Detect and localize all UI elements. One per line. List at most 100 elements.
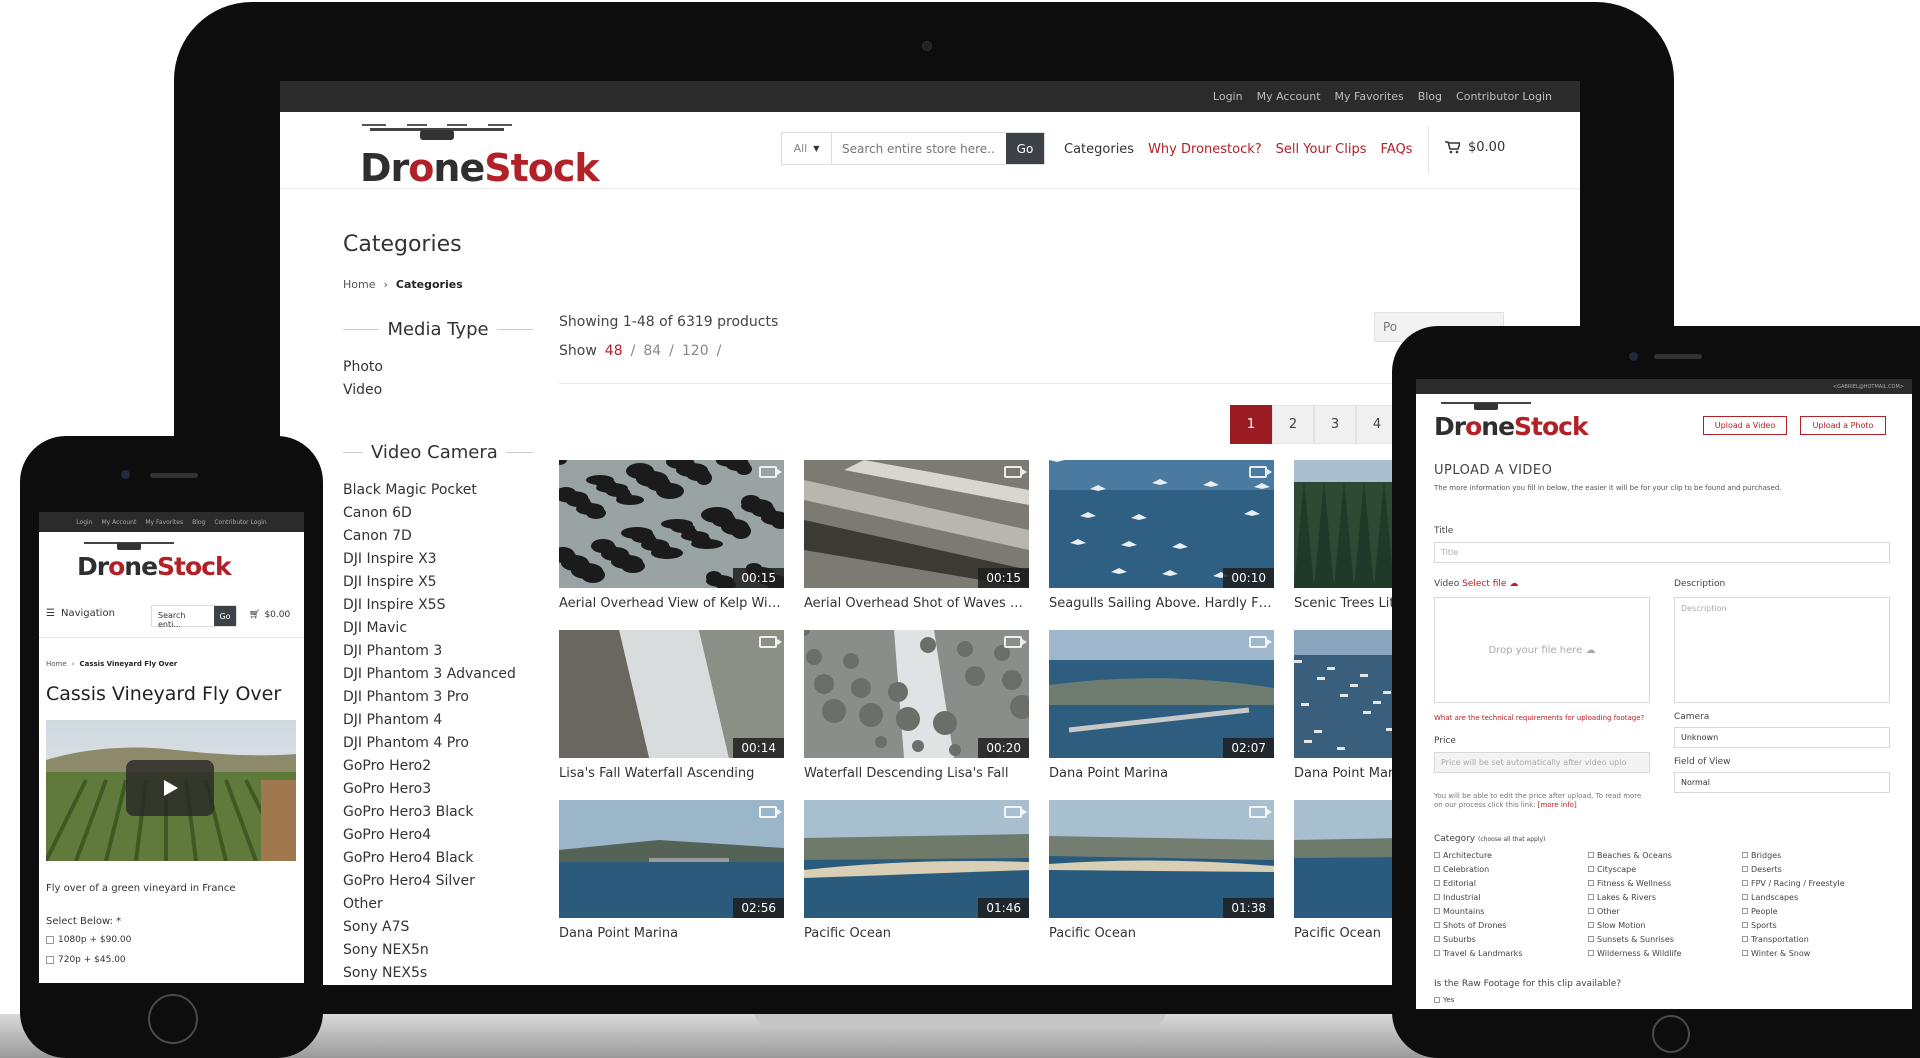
checkbox[interactable] (1434, 866, 1440, 872)
technical-requirements-link[interactable]: What are the technical requirements for … (1434, 714, 1644, 722)
product-thumbnail[interactable]: 00:10 (1049, 460, 1274, 588)
camera-filter-item[interactable]: Sony NEX5n (343, 939, 533, 962)
category-option[interactable]: Beaches & Oceans (1588, 849, 1742, 861)
show-120-link[interactable]: 120 (682, 343, 709, 359)
breadcrumb-home[interactable]: Home (343, 278, 375, 291)
product-thumbnail[interactable]: 01:46 (804, 800, 1029, 918)
product-title[interactable]: Dana Point Marina (1049, 766, 1274, 781)
checkbox[interactable] (1588, 894, 1594, 900)
product-thumbnail[interactable]: 00:15 (559, 460, 784, 588)
product-card[interactable]: 00:15 Aerial Overhead View of Kelp With .… (559, 460, 784, 630)
mobile-my-favorites-link[interactable]: My Favorites (145, 519, 183, 526)
product-card[interactable]: 00:20 Waterfall Descending Lisa's Fall (804, 630, 1029, 800)
category-option[interactable]: Cityscape (1588, 863, 1742, 875)
checkbox[interactable] (1742, 866, 1748, 872)
camera-filter-item[interactable]: Sony NEX5s (343, 962, 533, 985)
product-card[interactable]: 00:14 Lisa's Fall Waterfall Ascending (559, 630, 784, 800)
upload-video-button[interactable]: Upload a Video (1703, 416, 1787, 435)
page-3-button[interactable]: 3 (1314, 405, 1356, 444)
select-file-link[interactable]: Select file (1462, 579, 1506, 589)
camera-filter-item[interactable]: GoPro Hero4 Silver (343, 870, 533, 893)
camera-filter-item[interactable]: DJI Inspire X5 (343, 571, 533, 594)
blog-link[interactable]: Blog (1418, 90, 1442, 103)
search-input[interactable] (832, 133, 1006, 164)
contributor-login-link[interactable]: Contributor Login (1456, 90, 1552, 103)
video-player[interactable] (46, 720, 296, 861)
file-drop-zone[interactable]: Drop your file here ☁ (1434, 597, 1650, 703)
nav-faqs[interactable]: FAQs (1381, 142, 1413, 157)
product-card[interactable]: 00:10 Seagulls Sailing Above. Hardly Fla.… (1049, 460, 1274, 630)
camera-filter-item[interactable]: Other (343, 893, 533, 916)
page-1-button[interactable]: 1 (1230, 405, 1272, 444)
option-720p[interactable]: 720p + $45.00 (46, 955, 126, 965)
product-card[interactable]: 01:38 Pacific Ocean (1049, 800, 1274, 970)
category-option[interactable]: Lakes & Rivers (1588, 891, 1742, 903)
camera-filter-item[interactable]: DJI Mavic (343, 617, 533, 640)
mobile-blog-link[interactable]: Blog (192, 519, 205, 526)
category-option[interactable]: Industrial (1434, 891, 1588, 903)
product-card[interactable]: 02:07 Dana Point Marina (1049, 630, 1274, 800)
category-option[interactable]: Suburbs (1434, 933, 1588, 945)
field-of-view-select[interactable]: Normal (1674, 772, 1890, 793)
search-go-button[interactable]: Go (1006, 133, 1044, 164)
option-1080p[interactable]: 1080p + $90.00 (46, 935, 131, 945)
checkbox[interactable] (1588, 936, 1594, 942)
product-title[interactable]: Pacific Ocean (804, 926, 1029, 941)
category-option[interactable]: Landscapes (1742, 891, 1896, 903)
category-option[interactable]: Shots of Drones (1434, 919, 1588, 931)
camera-filter-item[interactable]: Canon 6D (343, 502, 533, 525)
category-option[interactable]: Other (1588, 905, 1742, 917)
product-title[interactable]: Aerial Overhead Shot of Waves Rol... (804, 596, 1029, 611)
checkbox[interactable] (46, 956, 54, 964)
checkbox[interactable] (1434, 880, 1440, 886)
camera-filter-item[interactable]: GoPro Hero2 (343, 755, 533, 778)
mobile-search-input[interactable]: Search enti... (152, 606, 214, 629)
nav-categories[interactable]: Categories (1064, 142, 1134, 157)
product-title[interactable]: Pacific Ocean (1049, 926, 1274, 941)
camera-select[interactable]: Unknown (1674, 727, 1890, 748)
camera-filter-item[interactable]: DJI Phantom 3 Pro (343, 686, 533, 709)
camera-filter-item[interactable]: GoPro Hero4 Black (343, 847, 533, 870)
mobile-navigation-toggle[interactable]: ☰ Navigation (46, 608, 115, 619)
camera-filter-item[interactable]: DJI Inspire X5S (343, 594, 533, 617)
more-info-link[interactable]: [more info] (1538, 801, 1577, 809)
camera-filter-item[interactable]: DJI Phantom 3 Advanced (343, 663, 533, 686)
description-textarea[interactable]: Description (1674, 597, 1890, 703)
checkbox[interactable] (1742, 852, 1748, 858)
camera-filter-item[interactable]: GoPro Hero3 Black (343, 801, 533, 824)
login-link[interactable]: Login (1213, 90, 1243, 103)
checkbox[interactable] (1588, 880, 1594, 886)
mobile-login-link[interactable]: Login (76, 519, 92, 526)
category-option[interactable]: People (1742, 905, 1896, 917)
checkbox[interactable] (1742, 922, 1748, 928)
checkbox[interactable] (46, 936, 54, 944)
product-title[interactable]: Lisa's Fall Waterfall Ascending (559, 766, 784, 781)
my-account-link[interactable]: My Account (1257, 90, 1321, 103)
my-favorites-link[interactable]: My Favorites (1335, 90, 1404, 103)
mobile-contributor-login-link[interactable]: Contributor Login (214, 519, 266, 526)
camera-filter-item[interactable]: DJI Phantom 4 Pro (343, 732, 533, 755)
category-option[interactable]: Celebration (1434, 863, 1588, 875)
nav-sell-your-clips[interactable]: Sell Your Clips (1276, 142, 1367, 157)
checkbox[interactable] (1434, 950, 1440, 956)
product-thumbnail[interactable]: 00:14 (559, 630, 784, 758)
product-thumbnail[interactable]: 01:38 (1049, 800, 1274, 918)
cart-button[interactable]: $0.00 (1445, 140, 1505, 155)
category-option[interactable]: Editorial (1434, 877, 1588, 889)
checkbox[interactable] (1434, 894, 1440, 900)
category-option[interactable]: Mountains (1434, 905, 1588, 917)
mobile-logo[interactable]: DroneStock (77, 540, 232, 581)
checkbox[interactable] (1588, 950, 1594, 956)
show-48-link[interactable]: 48 (605, 343, 623, 359)
checkbox[interactable] (1434, 997, 1440, 1003)
product-card[interactable]: 00:15 Aerial Overhead Shot of Waves Rol..… (804, 460, 1029, 630)
category-option[interactable]: Winter & Snow (1742, 947, 1896, 959)
checkbox[interactable] (1742, 908, 1748, 914)
checkbox[interactable] (1588, 922, 1594, 928)
product-title[interactable]: Waterfall Descending Lisa's Fall (804, 766, 1029, 781)
mobile-search-go-button[interactable]: Go (214, 606, 236, 626)
checkbox[interactable] (1434, 852, 1440, 858)
mobile-cart-button[interactable]: 🛒︎ $0.00 (249, 610, 290, 620)
nav-why-dronestock[interactable]: Why Dronestock? (1148, 142, 1262, 157)
category-option[interactable]: FPV / Racing / Freestyle (1742, 877, 1896, 889)
